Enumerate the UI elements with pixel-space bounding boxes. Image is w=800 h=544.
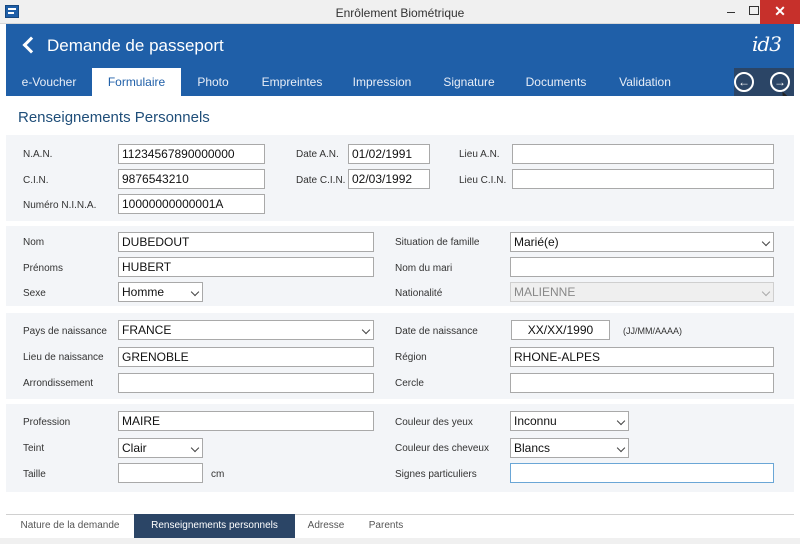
page-title: Demande de passeport bbox=[47, 36, 224, 55]
taille-field[interactable] bbox=[118, 463, 203, 483]
chevron-down-icon bbox=[190, 443, 200, 453]
cercle-label: Cercle bbox=[395, 378, 424, 389]
nina-field[interactable]: 10000000000001A bbox=[118, 194, 265, 214]
tab-signature[interactable]: Signature bbox=[425, 68, 513, 96]
lieu-an-label: Lieu A.N. bbox=[459, 149, 500, 160]
tab-e-voucher[interactable]: e-Voucher bbox=[6, 68, 92, 96]
chevron-down-icon bbox=[616, 416, 626, 426]
date-naissance-field[interactable]: XX/XX/1990 bbox=[511, 320, 610, 340]
tab-empreintes[interactable]: Empreintes bbox=[245, 68, 339, 96]
date-cin-field[interactable]: 02/03/1992 bbox=[348, 169, 430, 189]
lieu-an-field[interactable] bbox=[512, 144, 774, 164]
sexe-label: Sexe bbox=[23, 288, 46, 299]
teint-select[interactable]: Clair bbox=[118, 438, 203, 458]
signes-label: Signes particuliers bbox=[395, 469, 477, 480]
lieu-cin-label: Lieu C.I.N. bbox=[459, 175, 507, 186]
teint-value: Clair bbox=[122, 441, 147, 455]
tab-impression[interactable]: Impression bbox=[339, 68, 425, 96]
taille-unit: cm bbox=[211, 469, 225, 480]
chevron-down-icon bbox=[761, 237, 771, 247]
cercle-field[interactable] bbox=[510, 373, 774, 393]
nina-label: Numéro N.I.N.A. bbox=[23, 200, 97, 211]
date-an-label: Date A.N. bbox=[296, 149, 339, 160]
pays-naissance-select[interactable]: FRANCE bbox=[118, 320, 374, 340]
date-an-field[interactable]: 01/02/1991 bbox=[348, 144, 430, 164]
teint-label: Teint bbox=[23, 443, 45, 454]
close-button[interactable]: ✕ bbox=[760, 0, 800, 24]
chevron-down-icon bbox=[616, 443, 626, 453]
sexe-select[interactable]: Homme bbox=[118, 282, 203, 302]
region-field[interactable]: RHONE-ALPES bbox=[510, 347, 774, 367]
nom-mari-label: Nom du mari bbox=[395, 263, 453, 274]
arrondissement-field[interactable] bbox=[118, 373, 374, 393]
profession-field[interactable]: MAIRE bbox=[118, 411, 374, 431]
window-frame-bottom bbox=[0, 538, 800, 544]
lieu-naissance-label: Lieu de naissance bbox=[23, 352, 104, 363]
tab-documents[interactable]: Documents bbox=[513, 68, 599, 96]
nom-label: Nom bbox=[23, 237, 45, 248]
nationalite-select: MALIENNE bbox=[510, 282, 774, 302]
chevron-down-icon bbox=[761, 287, 771, 297]
nationalite-label: Nationalité bbox=[395, 288, 443, 299]
nom-field[interactable]: DUBEDOUT bbox=[118, 232, 374, 252]
cin-field[interactable]: 9876543210 bbox=[118, 169, 265, 189]
prenoms-label: Prénoms bbox=[23, 263, 64, 274]
bottom-tab-nature[interactable]: Nature de la demande bbox=[6, 514, 134, 538]
sexe-value: Homme bbox=[122, 285, 165, 299]
yeux-label: Couleur des yeux bbox=[395, 417, 473, 428]
bottom-tab-adresse[interactable]: Adresse bbox=[295, 514, 357, 538]
lieu-naissance-field[interactable]: GRENOBLE bbox=[118, 347, 374, 367]
date-cin-label: Date C.I.N. bbox=[296, 175, 346, 186]
yeux-value: Inconnu bbox=[514, 414, 557, 428]
region-label: Région bbox=[395, 352, 427, 363]
chevron-down-icon bbox=[190, 287, 200, 297]
id3-logo: id3 bbox=[752, 32, 782, 56]
arrondissement-label: Arrondissement bbox=[23, 378, 94, 389]
window-titlebar: Enrôlement Biométrique ✕ bbox=[0, 0, 800, 24]
cheveux-value: Blancs bbox=[514, 441, 551, 455]
bottom-tab-parents[interactable]: Parents bbox=[357, 514, 415, 538]
yeux-select[interactable]: Inconnu bbox=[510, 411, 629, 431]
cheveux-label: Couleur des cheveux bbox=[395, 443, 489, 454]
app-header: Demande de passeport id3 bbox=[6, 24, 794, 68]
date-format-hint: (JJ/MM/AAAA) bbox=[623, 326, 683, 336]
section-title: Renseignements Personnels bbox=[18, 109, 210, 126]
nom-mari-field[interactable] bbox=[510, 257, 774, 277]
tab-photo[interactable]: Photo bbox=[181, 68, 245, 96]
cin-label: C.I.N. bbox=[23, 175, 49, 186]
lieu-cin-field[interactable] bbox=[512, 169, 774, 189]
nationalite-value: MALIENNE bbox=[514, 285, 576, 299]
situation-value: Marié(e) bbox=[514, 235, 559, 249]
nan-field[interactable]: 11234567890000000 bbox=[118, 144, 265, 164]
tab-formulaire[interactable]: Formulaire bbox=[92, 68, 181, 96]
tab-validation[interactable]: Validation bbox=[599, 68, 691, 96]
previous-step-icon[interactable]: ← bbox=[734, 72, 754, 92]
main-tabbar: e-Voucher Formulaire Photo Empreintes Im… bbox=[6, 68, 794, 96]
taille-label: Taille bbox=[23, 469, 46, 480]
pays-naissance-value: FRANCE bbox=[122, 323, 172, 337]
pays-naissance-label: Pays de naissance bbox=[23, 326, 107, 337]
nan-label: N.A.N. bbox=[23, 149, 53, 160]
bottom-tab-renseignements[interactable]: Renseignements personnels bbox=[134, 514, 295, 538]
cheveux-select[interactable]: Blancs bbox=[510, 438, 629, 458]
date-naissance-label: Date de naissance bbox=[395, 326, 478, 337]
window-title: Enrôlement Biométrique bbox=[335, 6, 465, 20]
signes-field[interactable] bbox=[510, 463, 774, 483]
profession-label: Profession bbox=[23, 417, 71, 428]
situation-select[interactable]: Marié(e) bbox=[510, 232, 774, 252]
back-arrow-icon[interactable] bbox=[20, 35, 40, 55]
chevron-down-icon bbox=[361, 325, 371, 335]
situation-label: Situation de famille bbox=[395, 237, 480, 248]
prenoms-field[interactable]: HUBERT bbox=[118, 257, 374, 277]
